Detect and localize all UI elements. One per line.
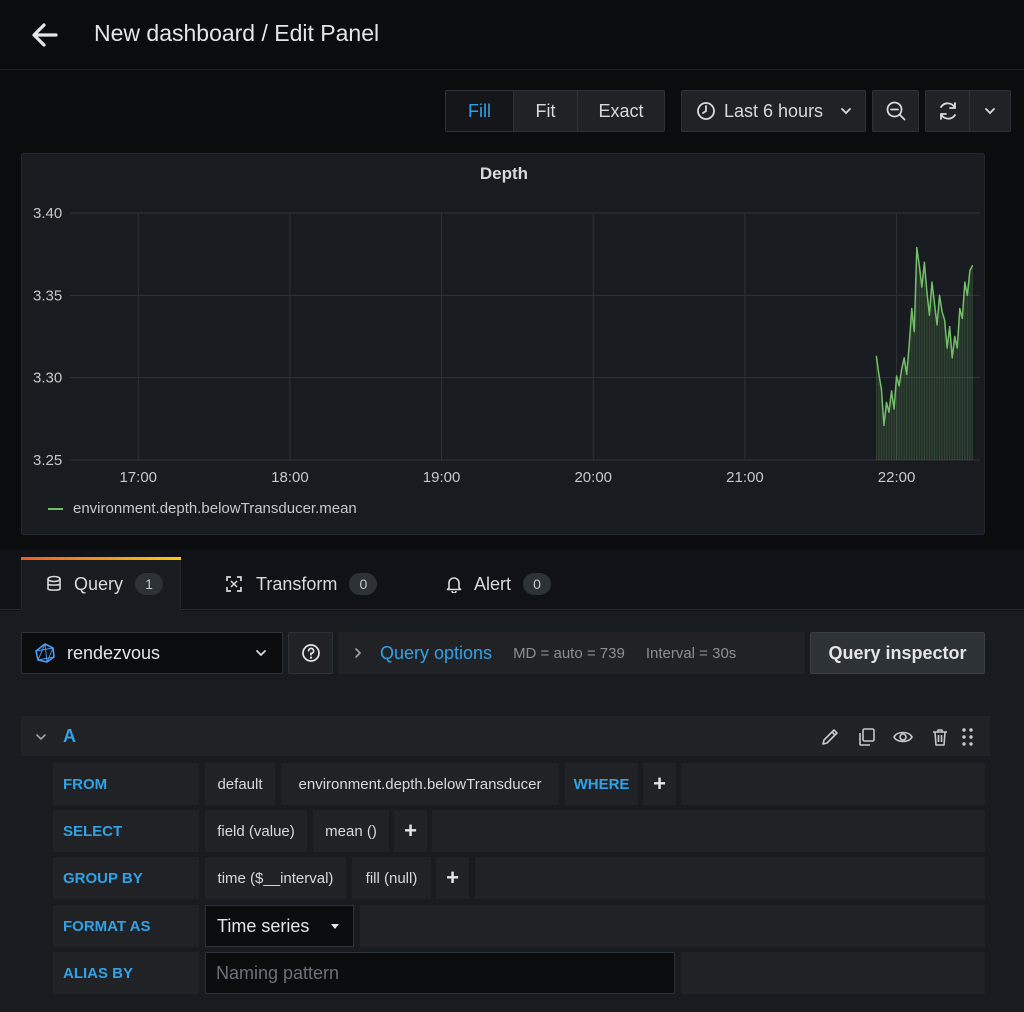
tab-alert-count: 0 — [523, 573, 552, 595]
query-row-header — [21, 716, 990, 756]
bell-icon — [446, 575, 462, 593]
exact-button[interactable]: Exact — [578, 91, 664, 131]
datasource-help-button[interactable] — [288, 632, 333, 674]
from-label: FROM — [53, 763, 199, 805]
page-title: New dashboard / Edit Panel — [94, 20, 380, 46]
plus-icon: + — [653, 771, 666, 796]
tab-transform-count: 0 — [349, 573, 378, 595]
group-by-label: GROUP BY — [53, 857, 199, 899]
database-icon — [46, 575, 62, 593]
query-options-toggle[interactable]: Query options MD = auto = 739 Interval =… — [338, 632, 805, 674]
group-by-time-segment[interactable]: time ($__interval) — [205, 857, 346, 899]
add-group-by-button[interactable]: + — [436, 857, 469, 899]
influxdb-logo-icon — [34, 642, 56, 664]
time-range-label: Last 6 hours — [724, 100, 824, 121]
chevron-right-icon — [352, 647, 364, 659]
datasource-picker[interactable]: rendezvous — [21, 632, 283, 674]
alias-by-label: ALIAS BY — [53, 952, 199, 994]
back-arrow-icon[interactable] — [28, 18, 62, 52]
add-where-button[interactable]: + — [643, 763, 676, 805]
tab-alert[interactable]: Alert 0 — [446, 557, 552, 611]
retention-policy-segment[interactable]: default — [205, 763, 275, 805]
measurement-segment[interactable]: environment.depth.belowTransducer — [281, 763, 559, 805]
max-data-points-info: MD = auto = 739 — [513, 644, 625, 662]
fill-button[interactable]: Fill — [446, 91, 514, 131]
time-range-picker[interactable]: Last 6 hours — [681, 90, 866, 132]
add-select-button[interactable]: + — [394, 810, 427, 852]
group-by-row-filler — [475, 857, 985, 899]
legend-swatch — [48, 507, 63, 510]
top-bar: New dashboard / Edit Panel — [0, 0, 1024, 70]
format-as-label: FORMAT AS — [53, 905, 199, 947]
tab-alert-label: Alert — [474, 573, 512, 594]
plus-icon: + — [404, 818, 417, 843]
select-row-filler — [432, 810, 985, 852]
trash-icon[interactable] — [929, 726, 951, 748]
collapse-chevron-icon[interactable] — [34, 730, 48, 744]
select-label: SELECT — [53, 810, 199, 852]
tab-transform-label: Transform — [256, 573, 338, 594]
tab-query-label: Query — [74, 573, 124, 594]
legend-series-label: environment.depth.belowTransducer.mean — [73, 500, 357, 517]
question-circle-icon — [301, 643, 321, 663]
zoom-out-button[interactable] — [872, 90, 919, 132]
chart-legend[interactable]: environment.depth.belowTransducer.mean — [48, 500, 357, 517]
active-tab-indicator — [21, 557, 181, 560]
panel-title: Depth — [479, 164, 529, 183]
drag-handle-icon[interactable] — [957, 726, 979, 748]
tab-query-count: 1 — [135, 573, 164, 595]
tab-query[interactable]: Query 1 — [21, 557, 181, 611]
format-as-value: Time series — [217, 915, 310, 936]
query-ref-id[interactable]: A — [63, 726, 76, 747]
alias-by-input[interactable] — [205, 952, 675, 994]
format-as-select[interactable]: Time series — [205, 905, 354, 947]
refresh-picker — [925, 90, 1011, 132]
alias-row-filler — [681, 952, 985, 994]
chevron-down-icon — [839, 104, 853, 118]
format-row-filler — [360, 905, 985, 947]
clock-icon — [696, 101, 716, 121]
query-inspector-button[interactable]: Query inspector — [810, 632, 985, 674]
plus-icon: + — [446, 865, 459, 890]
graph-panel — [21, 153, 985, 535]
caret-down-icon — [329, 920, 341, 932]
datasource-name: rendezvous — [67, 642, 161, 663]
eye-icon[interactable] — [892, 726, 914, 748]
pencil-icon[interactable] — [819, 726, 841, 748]
refresh-interval-chevron-icon[interactable] — [970, 91, 1010, 131]
interval-info: Interval = 30s — [645, 644, 737, 662]
fill-segment[interactable]: fill (null) — [352, 857, 431, 899]
query-options-label: Query options — [380, 642, 493, 663]
field-segment[interactable]: field (value) — [205, 810, 307, 852]
refresh-icon[interactable] — [926, 91, 971, 131]
zoom-out-icon — [885, 100, 907, 122]
aggregation-segment[interactable]: mean () — [313, 810, 389, 852]
copy-icon[interactable] — [856, 726, 878, 748]
transform-icon — [224, 574, 244, 594]
tab-transform[interactable]: Transform 0 — [224, 557, 378, 611]
chevron-down-icon — [254, 646, 268, 660]
where-keyword: WHERE — [565, 763, 638, 805]
fit-button[interactable]: Fit — [514, 91, 578, 131]
view-mode-group: Fill Fit Exact — [445, 90, 665, 132]
from-row-filler — [681, 763, 985, 805]
